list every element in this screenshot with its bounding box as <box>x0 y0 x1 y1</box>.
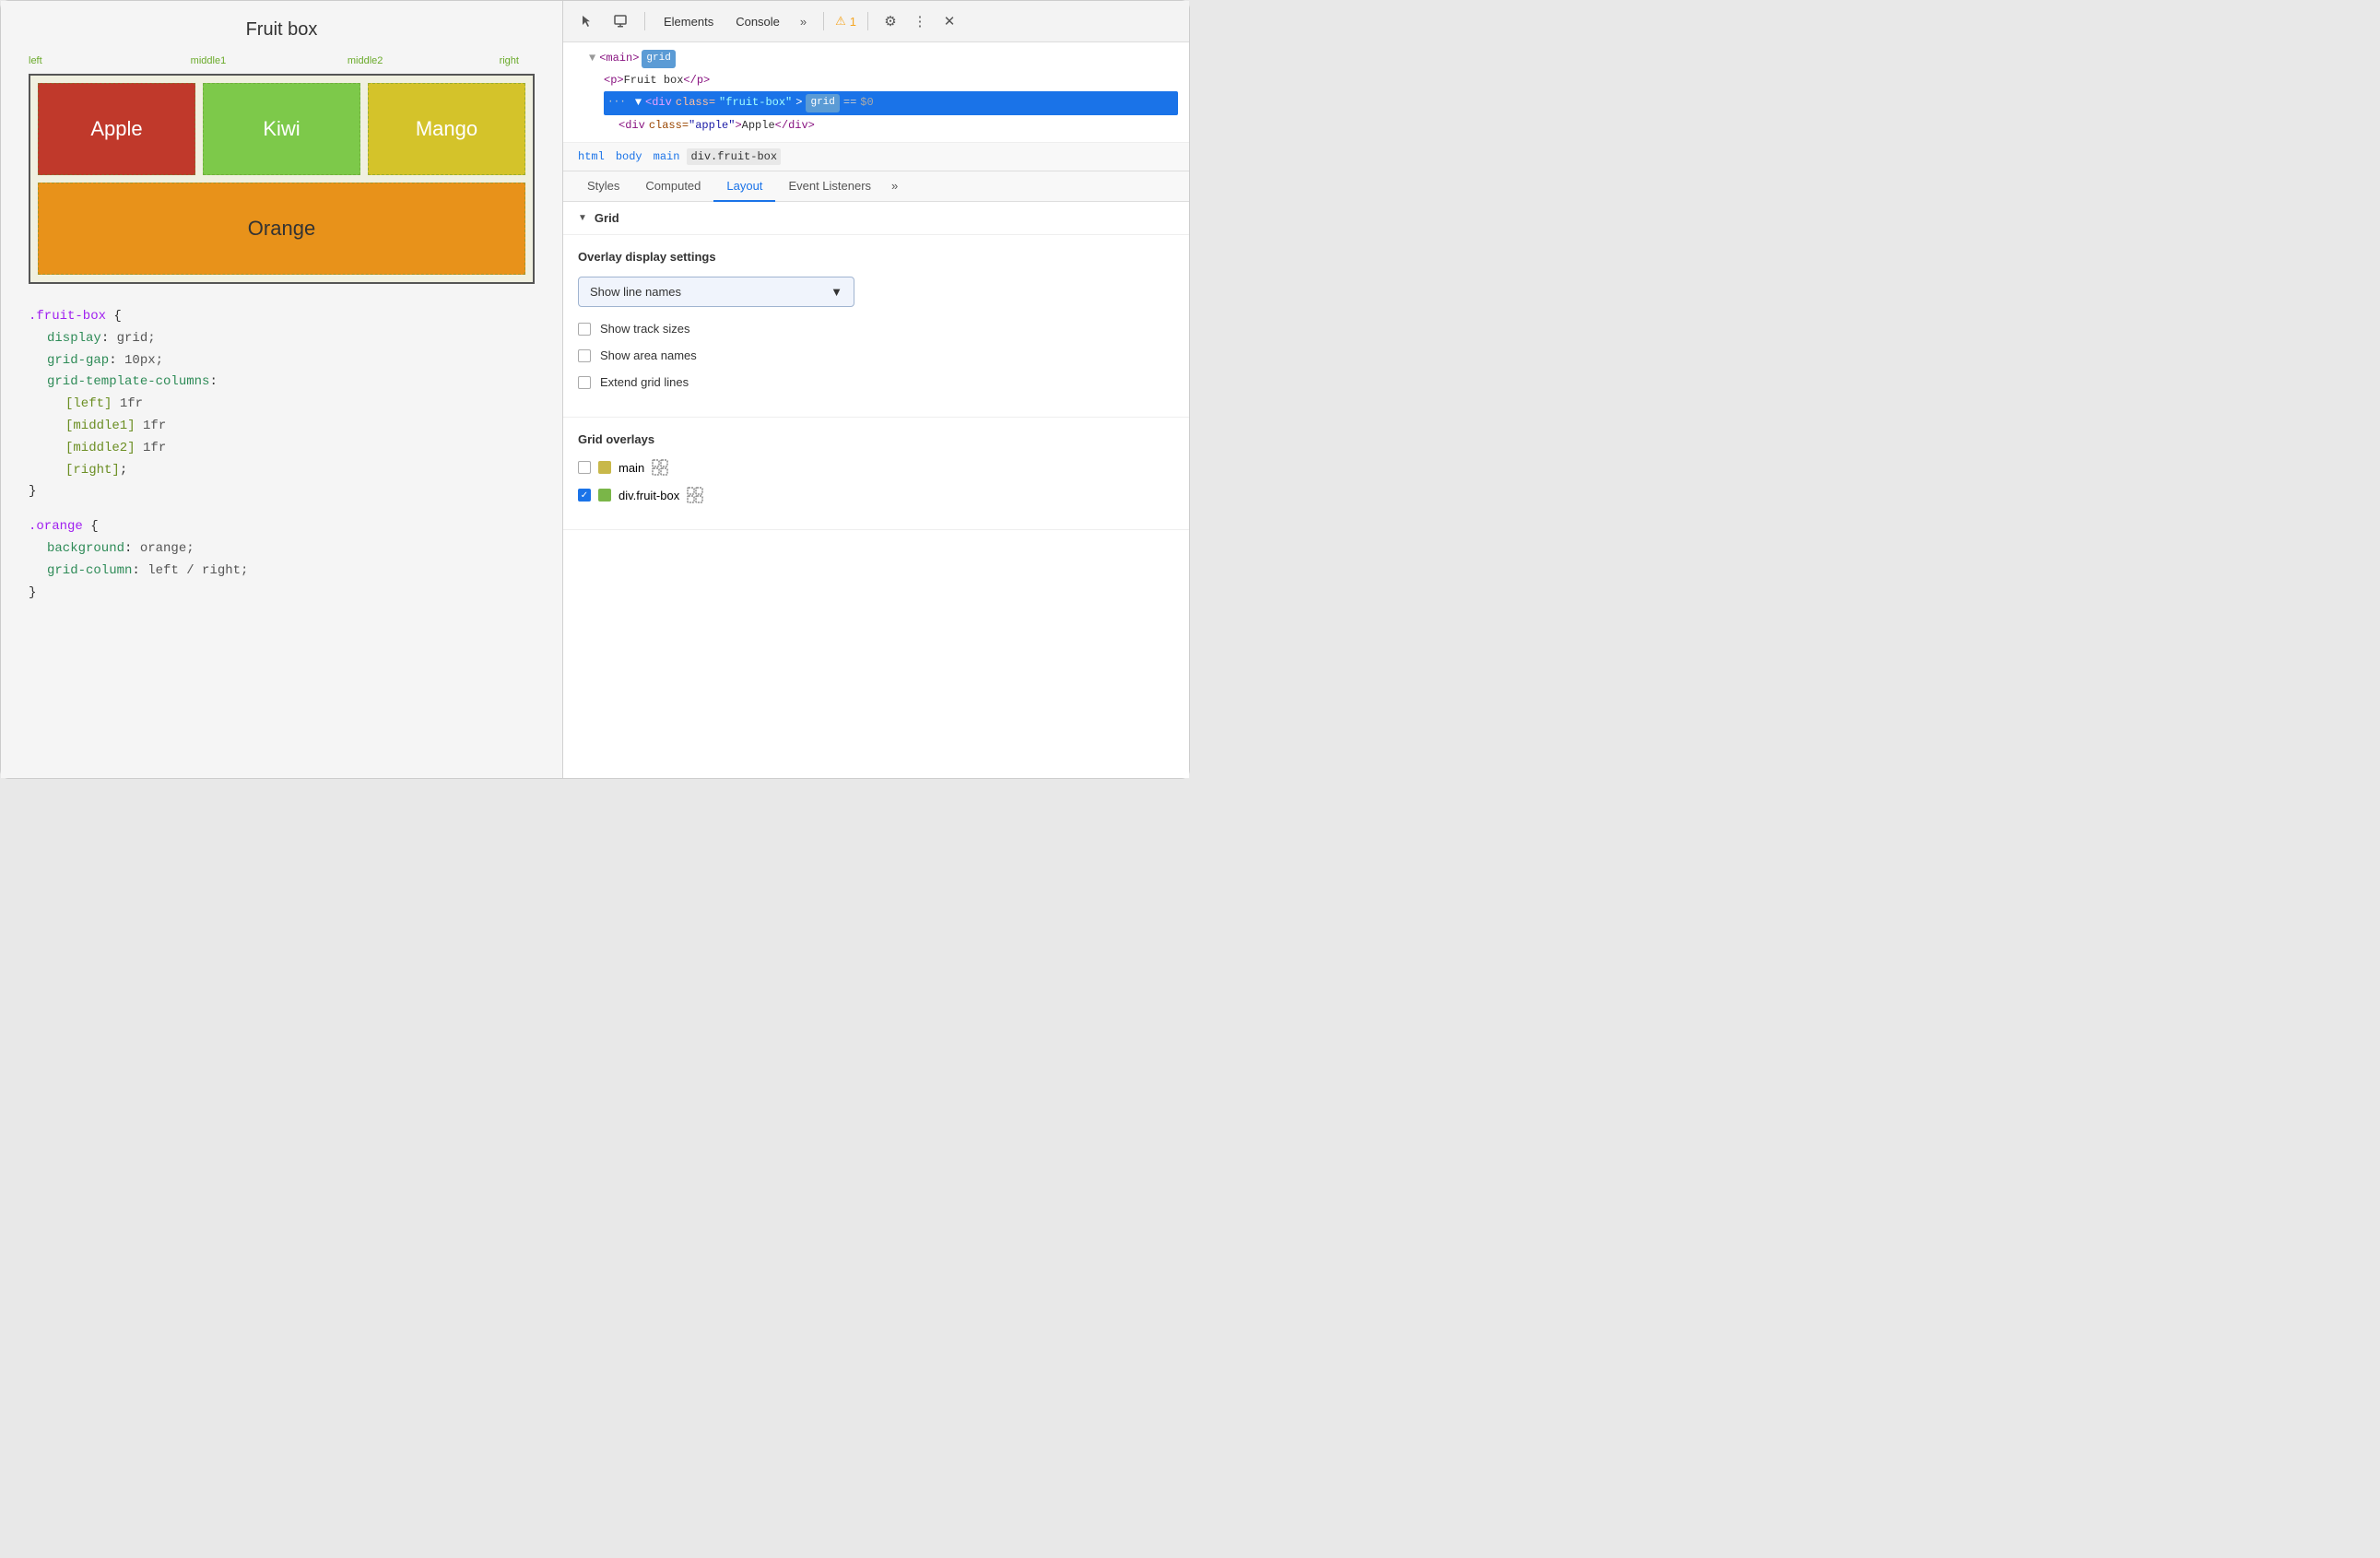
close-button[interactable]: ✕ <box>938 10 960 32</box>
devtools-panel: Elements Console » ⚠ 1 ⚙ ⋮ ✕ ▼ <main> gr… <box>563 1 1189 778</box>
breadcrumb-html[interactable]: html <box>574 148 608 165</box>
tree-more-icon[interactable]: ··· <box>607 94 626 112</box>
breadcrumb-main[interactable]: main <box>650 148 684 165</box>
grid-label-middle1: middle1 <box>191 55 227 66</box>
devtools-tabs: Styles Computed Layout Event Listeners » <box>563 171 1189 202</box>
overlay-row-fruit-box: ✓ div.fruit-box <box>578 487 1174 503</box>
fruit-cell-orange: Orange <box>38 183 525 275</box>
tab-event-listeners[interactable]: Event Listeners <box>775 171 884 202</box>
css-selector-orange: .orange <box>29 519 83 534</box>
css-prop-display: display <box>47 331 101 346</box>
tab-computed[interactable]: Computed <box>632 171 713 202</box>
tree-row-apple: <div class="apple" >Apple</div> <box>619 115 1178 137</box>
css-prop-grid-gap: grid-gap <box>47 353 109 368</box>
tab-layout[interactable]: Layout <box>713 171 775 202</box>
dropdown-arrow-icon: ▼ <box>831 285 842 299</box>
cursor-icon[interactable] <box>574 8 600 34</box>
overlay-row-main: main <box>578 459 1174 476</box>
devtools-toolbar: Elements Console » ⚠ 1 ⚙ ⋮ ✕ <box>563 1 1189 42</box>
checkbox-area-names-label: Show area names <box>600 348 697 362</box>
checkbox-extend-lines-input[interactable] <box>578 376 591 389</box>
overlay-settings-body: Overlay display settings Show line names… <box>563 235 1189 418</box>
checkbox-extend-lines-label: Extend grid lines <box>600 375 689 389</box>
fruit-cell-apple: Apple <box>38 83 195 175</box>
settings-button[interactable]: ⚙ <box>879 10 901 32</box>
breadcrumb-fruit-box[interactable]: div.fruit-box <box>687 148 781 165</box>
tree-row-fruit-box: ··· ▼ <div class= "fruit-box" > grid == … <box>604 91 1178 115</box>
toolbar-sep-2 <box>823 12 824 30</box>
tree-row-main: ▼ <main> grid <box>589 48 1178 70</box>
warning-badge: ⚠ 1 <box>835 14 856 29</box>
grid-line-labels: left middle1 middle2 right <box>29 55 535 74</box>
grid-label-middle2: middle2 <box>348 55 383 66</box>
checkbox-track-sizes-input[interactable] <box>578 323 591 336</box>
overlay-main-checkbox[interactable] <box>578 461 591 474</box>
tab-styles[interactable]: Styles <box>574 171 632 202</box>
overlay-main-color-swatch <box>598 461 611 474</box>
warning-count: 1 <box>850 15 856 29</box>
overlay-fruit-box-checkbox[interactable]: ✓ <box>578 489 591 502</box>
equals-sign: == <box>843 93 856 113</box>
more-options-button[interactable]: ⋮ <box>909 10 931 32</box>
overlay-main-label: main <box>619 461 644 475</box>
overlay-display-title: Overlay display settings <box>578 250 1174 264</box>
more-tabs[interactable]: » <box>795 13 812 30</box>
grid-overlays-title: Grid overlays <box>578 432 1174 446</box>
tab-more[interactable]: » <box>884 171 905 201</box>
layout-content: ▼ Grid Overlay display settings Show lin… <box>563 202 1189 778</box>
dropdown-value: Show line names <box>590 285 681 299</box>
checkbox-show-track-sizes: Show track sizes <box>578 322 1174 336</box>
css-prop-grid-column: grid-column <box>47 563 132 578</box>
fruit-grid: Apple Kiwi Mango Orange <box>29 74 535 284</box>
tab-console[interactable]: Console <box>728 11 787 32</box>
grid-section-header[interactable]: ▼ Grid <box>563 202 1189 235</box>
overlay-fruit-box-color-swatch <box>598 489 611 502</box>
grid-label-right: right <box>500 55 519 66</box>
toolbar-sep-3 <box>867 12 868 30</box>
checkbox-extend-grid-lines: Extend grid lines <box>578 375 1174 389</box>
fruit-cell-kiwi: Kiwi <box>203 83 360 175</box>
css-prop-background: background <box>47 541 124 556</box>
checkbox-track-sizes-label: Show track sizes <box>600 322 690 336</box>
tab-elements[interactable]: Elements <box>656 11 721 32</box>
toolbar-sep-1 <box>644 12 645 30</box>
section-title: Grid <box>595 211 619 225</box>
tree-row-p: <p>Fruit box</p> <box>604 70 1178 92</box>
line-names-dropdown[interactable]: Show line names ▼ <box>578 277 854 307</box>
breadcrumb-body[interactable]: body <box>612 148 646 165</box>
tree-triangle-main[interactable]: ▼ <box>589 49 595 69</box>
css-selector-fruit-box: .fruit-box <box>29 309 106 324</box>
warning-icon: ⚠ <box>835 14 846 29</box>
checkbox-area-names-input[interactable] <box>578 349 591 362</box>
section-triangle-icon: ▼ <box>578 213 587 223</box>
main-grid-badge: grid <box>642 50 675 68</box>
page-title: Fruit box <box>29 19 535 41</box>
overlay-fruit-box-label: div.fruit-box <box>619 489 679 502</box>
overlay-fruit-box-dots-icon[interactable] <box>687 487 703 503</box>
grid-overlays-body: Grid overlays main ✓ <box>563 418 1189 530</box>
html-tree: ▼ <main> grid <p>Fruit box</p> ··· ▼ <di… <box>563 42 1189 143</box>
inspect-icon[interactable] <box>607 8 633 34</box>
grid-label-left: left <box>29 55 42 66</box>
breadcrumb: html body main div.fruit-box <box>563 143 1189 171</box>
css-code-block: .fruit-box { display: grid; grid-gap: 10… <box>29 306 535 604</box>
left-panel: Fruit box left middle1 middle2 right App… <box>1 1 563 778</box>
checkbox-show-area-names: Show area names <box>578 348 1174 362</box>
css-prop-grid-template-columns: grid-template-columns <box>47 374 209 389</box>
fruit-cell-mango: Mango <box>368 83 525 175</box>
fruit-box-wrapper: left middle1 middle2 right Apple Kiwi Ma… <box>29 55 535 284</box>
dollar-sign: $0 <box>860 93 873 113</box>
overlay-main-dots-icon[interactable] <box>652 459 668 476</box>
fruit-box-grid-badge: grid <box>806 94 839 112</box>
